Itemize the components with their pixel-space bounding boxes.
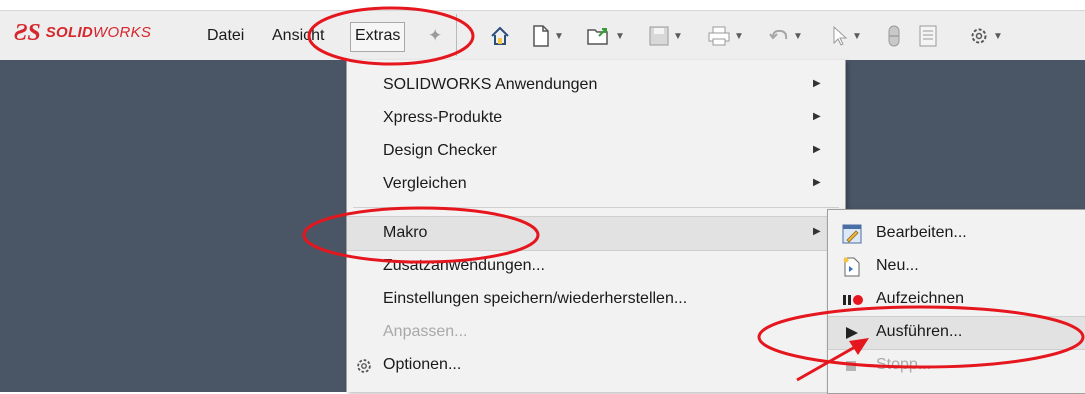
submenu-item-aufzeichnen[interactable]: Aufzeichnen: [828, 284, 1085, 316]
rebuild-icon[interactable]: [884, 22, 904, 50]
menu-item-makro[interactable]: Makro ▶: [347, 216, 845, 251]
submenu-item-label: Aufzeichnen: [876, 290, 965, 307]
gear-icon: [355, 357, 373, 375]
menu-item-label: Anpassen...: [383, 323, 468, 340]
menu-item-label: Makro: [383, 224, 428, 241]
new-document-icon[interactable]: ▼: [528, 22, 568, 50]
submenu-arrow-icon: ▶: [813, 177, 821, 188]
menu-item-label: Zusatzanwendungen...: [383, 257, 545, 274]
print-icon[interactable]: ▼: [704, 22, 748, 50]
submenu-arrow-icon: ▶: [813, 144, 821, 155]
menu-item-label: SOLIDWORKS Anwendungen: [383, 76, 598, 93]
menu-item-label: Xpress-Produkte: [383, 109, 503, 126]
ds-logo-icon: ƧS: [14, 19, 41, 46]
macro-new-icon: [842, 257, 862, 277]
caret-icon[interactable]: ▼: [993, 31, 1003, 42]
caret-icon[interactable]: ▼: [852, 31, 862, 42]
record-icon: [842, 290, 863, 310]
menu-item-optionen[interactable]: Optionen...: [347, 349, 845, 382]
menu-item-xpress-produkte[interactable]: Xpress-Produkte ▶: [347, 102, 845, 135]
undo-icon[interactable]: ▼: [764, 22, 808, 50]
stop-icon: [842, 356, 862, 376]
extras-dropdown-menu: SOLIDWORKS Anwendungen ▶ Xpress-Produkte…: [346, 60, 846, 392]
menu-item-vergleichen[interactable]: Vergleichen ▶: [347, 168, 845, 201]
menu-item-zusatzanwendungen[interactable]: Zusatzanwendungen...: [347, 250, 845, 283]
menu-item-label: Einstellungen speichern/wiederherstellen…: [383, 290, 688, 307]
menu-separator: [353, 207, 839, 208]
caret-icon[interactable]: ▼: [554, 31, 564, 42]
makro-submenu: Bearbeiten... Neu... Aufzeichnen Ausführ…: [827, 209, 1085, 394]
brand-prefix: SOLID: [45, 24, 94, 41]
brand-suffix: WORKS: [93, 24, 152, 41]
file-properties-icon[interactable]: [916, 22, 940, 50]
caret-icon[interactable]: ▼: [673, 31, 683, 42]
submenu-item-ausfuehren[interactable]: Ausführen...: [828, 316, 1085, 350]
submenu-item-label: Bearbeiten...: [876, 224, 967, 241]
macro-edit-icon: [842, 224, 862, 244]
caret-icon[interactable]: ▼: [734, 31, 744, 42]
menu-datei[interactable]: Datei: [203, 22, 248, 50]
submenu-item-label: Neu...: [876, 257, 919, 274]
menu-item-anpassen[interactable]: Anpassen...: [347, 316, 845, 349]
submenu-item-stopp[interactable]: Stopp...: [828, 350, 1085, 382]
top-strip: [0, 0, 1085, 10]
menu-item-label: Optionen...: [383, 356, 462, 373]
submenu-item-label: Ausführen...: [876, 323, 963, 340]
pin-icon[interactable]: ✦: [428, 22, 448, 50]
submenu-arrow-icon: ▶: [813, 78, 821, 89]
save-icon[interactable]: ▼: [646, 22, 686, 50]
solidworks-logo[interactable]: ƧS SOLIDWORKS: [14, 18, 151, 48]
caret-icon[interactable]: ▼: [615, 31, 625, 42]
menu-item-label: Vergleichen: [383, 175, 467, 192]
toolbar-separator: [456, 14, 457, 56]
menu-item-einstellungen-speichern[interactable]: Einstellungen speichern/wiederherstellen…: [347, 283, 845, 316]
options-gear-icon[interactable]: ▼: [962, 22, 1010, 50]
submenu-arrow-icon: ▶: [813, 111, 821, 122]
menu-extras[interactable]: Extras: [350, 22, 406, 52]
menu-item-solidworks-anwendungen[interactable]: SOLIDWORKS Anwendungen ▶: [347, 69, 845, 102]
submenu-item-neu[interactable]: Neu...: [828, 251, 1085, 283]
submenu-item-bearbeiten[interactable]: Bearbeiten...: [828, 218, 1085, 250]
home-icon[interactable]: [488, 22, 512, 50]
menu-item-design-checker[interactable]: Design Checker ▶: [347, 135, 845, 168]
select-cursor-icon[interactable]: ▼: [826, 22, 868, 50]
open-folder-icon[interactable]: ▼: [584, 22, 628, 50]
caret-icon[interactable]: ▼: [793, 31, 803, 42]
submenu-arrow-icon: ▶: [813, 226, 821, 237]
menu-ansicht[interactable]: Ansicht: [268, 22, 328, 50]
menu-item-label: Design Checker: [383, 142, 497, 159]
submenu-item-label: Stopp...: [876, 356, 932, 373]
run-play-icon: [842, 323, 862, 343]
